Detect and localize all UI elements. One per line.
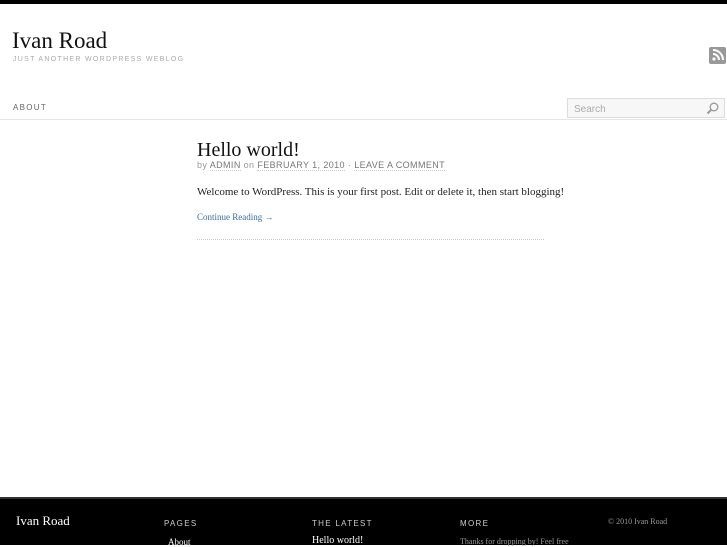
footer-title: Ivan Road bbox=[16, 513, 70, 528]
footer-latest-post[interactable]: Hello world! bbox=[312, 535, 363, 546]
continue-reading-link[interactable]: Continue Reading → bbox=[197, 212, 274, 222]
rss-icon[interactable] bbox=[709, 47, 726, 64]
nav-item-about[interactable]: ABOUT bbox=[13, 103, 47, 112]
on-label: on bbox=[243, 160, 255, 170]
search-input[interactable] bbox=[568, 100, 698, 119]
post-divider bbox=[197, 239, 544, 240]
site-title[interactable]: Ivan Road bbox=[12, 28, 107, 54]
nav-divider bbox=[0, 119, 727, 120]
footer-copyright: © 2010 Ivan Road bbox=[608, 517, 668, 526]
comment-link[interactable]: LEAVE A COMMENT bbox=[354, 160, 446, 171]
top-bar bbox=[0, 0, 727, 4]
footer-page-about[interactable]: About bbox=[168, 537, 191, 547]
by-label: by bbox=[197, 160, 208, 170]
footer-latest-heading: THE LATEST bbox=[312, 519, 373, 528]
post-title[interactable]: Hello world! bbox=[197, 139, 300, 162]
footer-more-heading: MORE bbox=[460, 519, 490, 528]
footer-pages-heading: PAGES bbox=[164, 519, 198, 528]
search-box[interactable] bbox=[567, 98, 725, 120]
date-link[interactable]: FEBRUARY 1, 2010 bbox=[257, 160, 345, 171]
search-icon[interactable] bbox=[706, 102, 719, 120]
footer: Ivan Road PAGES About THE LATEST Hello w… bbox=[0, 497, 727, 547]
post-body: Welcome to WordPress. This is your first… bbox=[197, 186, 565, 198]
meta-separator: · bbox=[347, 160, 352, 170]
author-link[interactable]: ADMIN bbox=[209, 160, 241, 171]
site-tagline: JUST ANOTHER WORDPRESS WEBLOG bbox=[13, 56, 185, 63]
post-meta: by ADMIN on FEBRUARY 1, 2010 · LEAVE A C… bbox=[197, 160, 446, 171]
